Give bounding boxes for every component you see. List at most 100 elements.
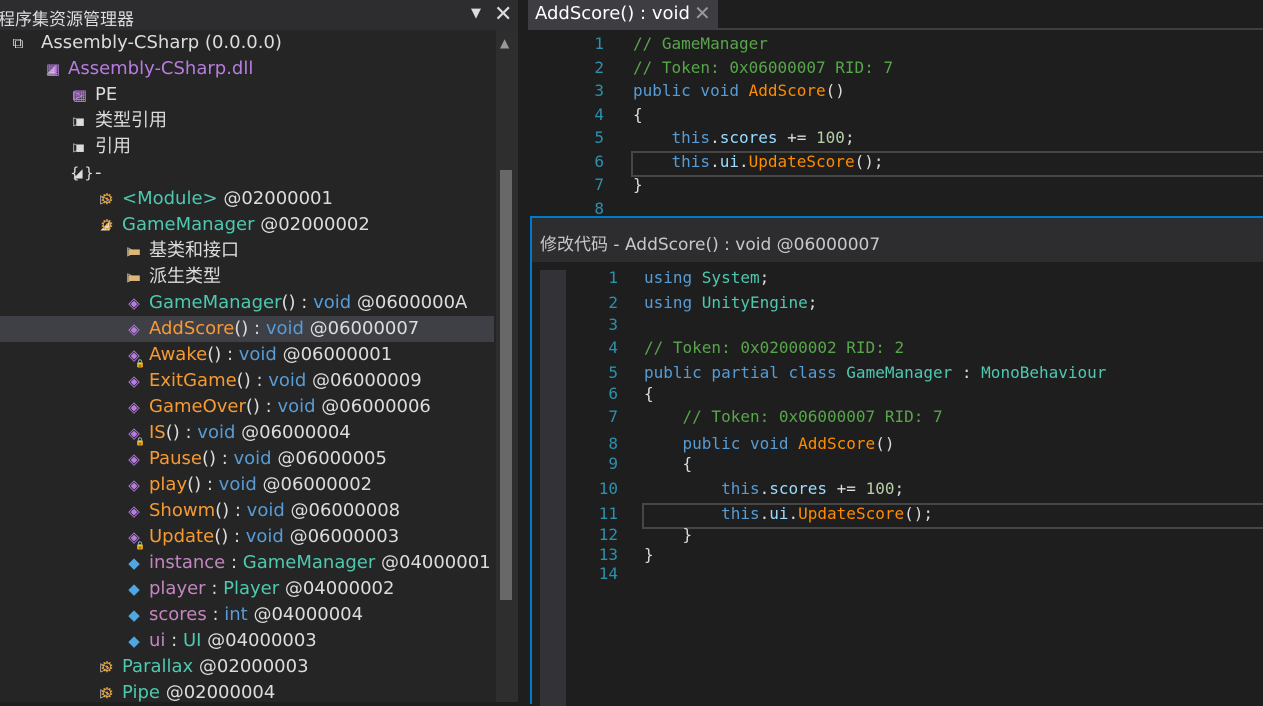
method-icon: ◈	[128, 398, 140, 416]
label-segment: void	[233, 448, 272, 469]
tree-item[interactable]: ◈ 🔒 Awake() : void @06000001	[0, 342, 494, 368]
line-number: 7	[608, 407, 618, 426]
label-segment: () :	[236, 370, 269, 391]
line-number: 13	[598, 545, 618, 564]
label-segment: ui	[149, 630, 166, 651]
code-token: this	[721, 479, 760, 498]
tree-item[interactable]: ▷ ⚙ Pipe @02000004	[0, 680, 494, 702]
label-segment: void	[265, 318, 304, 339]
label-segment: Assembly-CSharp.dll	[68, 58, 254, 79]
decompiled-code-view[interactable]: 1 // GameManager 2 // Token: 0x06000007 RID…	[528, 30, 1263, 218]
dialog-titlebar[interactable]: 修改代码 - AddScore() : void @06000007	[532, 218, 1263, 262]
tree-item-label: ExitGame() : void @06000009	[149, 368, 422, 394]
tree-item[interactable]: ▷ ▬ 派生类型	[0, 264, 494, 290]
tree-item[interactable]: ▷ ▦ PE	[0, 82, 494, 108]
tree-item-label: Pause() : void @06000005	[149, 446, 387, 472]
tree-item-label: 基类和接口	[149, 238, 239, 264]
field-icon: ◆	[128, 580, 140, 598]
class-icon: ⚙	[100, 658, 114, 676]
edit-code-view[interactable]: 1 using System; 2 using UnityEngine; 3 4 // To…	[532, 262, 1263, 702]
tree-item[interactable]: ◢ ▦ Assembly-CSharp.dll	[0, 56, 494, 82]
method-icon: ◈	[128, 372, 140, 390]
folder-icon: ▬	[126, 268, 142, 286]
tree-item[interactable]: ◆ ui : UI @04000003	[0, 628, 494, 654]
tree-item[interactable]: ◈ 🔒 Update() : void @06000003	[0, 524, 494, 550]
tree-item[interactable]: ◆ instance : GameManager @04000001	[0, 550, 494, 576]
tab-label: AddScore() : void	[535, 3, 690, 24]
label-segment: () :	[215, 500, 247, 521]
label-segment: GameManager	[242, 552, 376, 573]
class-icon: ⚙	[100, 190, 114, 208]
line-number: 5	[608, 363, 618, 382]
code-line: {	[633, 105, 643, 124]
tree-item[interactable]: ◈ GameManager() : void @0600000A	[0, 290, 494, 316]
scrollbar-thumb[interactable]	[500, 170, 512, 600]
line-number: 3	[608, 315, 618, 334]
tree-item-label: scores : int @04000004	[149, 602, 363, 628]
tree-item[interactable]: ◈ ExitGame() : void @06000009	[0, 368, 494, 394]
label-segment: @06000006	[315, 396, 431, 417]
code-token: System	[701, 268, 760, 287]
tree-item[interactable]: ◈ GameOver() : void @06000006	[0, 394, 494, 420]
tree-item-label: GameManager @02000002	[122, 212, 370, 238]
code-token: scores	[719, 128, 778, 147]
line-number: 12	[598, 525, 618, 544]
tree-item-label: Assembly-CSharp (0.0.0.0)	[41, 30, 282, 56]
vertical-scrollbar[interactable]: ▲	[496, 30, 518, 702]
code-token: }	[633, 175, 643, 194]
close-icon[interactable]: ✕	[694, 1, 711, 25]
label-segment: @06000001	[276, 344, 393, 365]
label-segment: () :	[245, 396, 278, 417]
scroll-up-icon[interactable]: ▲	[500, 36, 509, 50]
tree-item[interactable]: ▷ ▪ 引用	[0, 134, 494, 160]
label-segment: void	[245, 526, 284, 547]
code-token: +=	[777, 128, 817, 147]
line-number: 9	[608, 454, 618, 473]
label-segment: Awake	[149, 344, 208, 365]
code-line: }	[633, 175, 643, 194]
label-segment: @06000007	[303, 318, 420, 339]
tree-item[interactable]: ⧉ Assembly-CSharp (0.0.0.0)	[0, 30, 494, 56]
triangle-down-icon[interactable]: ▼	[471, 6, 481, 21]
label-segment: () :	[214, 526, 246, 547]
label-segment: 引用	[95, 136, 131, 157]
close-icon[interactable]: ✕	[494, 2, 512, 27]
tree-item[interactable]: ◢ ⚙ GameManager @02000002	[0, 212, 494, 238]
tree-item-label: GameOver() : void @06000006	[149, 394, 431, 420]
field-icon: ◆	[128, 606, 140, 624]
tree-item[interactable]: ▷ ▬ 基类和接口	[0, 238, 494, 264]
tree-item[interactable]: ▷ ⚙ Parallax @02000003	[0, 654, 494, 680]
private-method-icon: ◈ 🔒	[124, 420, 145, 446]
private-method-icon: ◈ 🔒	[124, 524, 145, 550]
tree-item[interactable]: ◆ scores : int @04000004	[0, 602, 494, 628]
tree-item[interactable]: ◈ play() : void @06000002	[0, 472, 494, 498]
tree-item[interactable]: ◢{ } -	[0, 160, 494, 186]
code-token: {	[644, 384, 654, 403]
tree-item[interactable]: ▷ ⚙ <Module> @02000001	[0, 186, 494, 212]
field-icon: ◆	[128, 554, 140, 572]
tree-item[interactable]: ▷ ▪ 类型引用	[0, 108, 494, 134]
label-segment: Parallax	[122, 656, 194, 677]
tree-item[interactable]: ◈ AddScore() : void @06000007	[0, 316, 494, 342]
tree-item[interactable]: ◈ Pause() : void @06000005	[0, 446, 494, 472]
tree-item[interactable]: ◈ 🔒 IS() : void @06000004	[0, 420, 494, 446]
tree-item[interactable]: ◆ player : Player @04000002	[0, 576, 494, 602]
code-line: // Token: 0x02000002 RID: 2	[644, 338, 904, 357]
label-segment: GameManager	[149, 292, 282, 313]
current-line-highlight	[631, 150, 1263, 177]
code-token: 100	[816, 128, 845, 147]
tree-item[interactable]: ◈ Showm() : void @06000008	[0, 498, 494, 524]
label-segment: 基类和接口	[149, 240, 239, 261]
reference-icon: ▪	[74, 112, 86, 130]
method-icon: ◈	[128, 450, 140, 468]
code-token: .	[710, 128, 720, 147]
folder-icon: ▬	[126, 242, 142, 260]
label-segment: Player	[223, 578, 280, 599]
tree-item-label: Assembly-CSharp.dll	[68, 56, 253, 82]
class-icon: ⚙	[100, 216, 114, 234]
code-line: public partial class GameManager : MonoB…	[644, 363, 1106, 382]
tab-addscore[interactable]: AddScore() : void ✕	[528, 0, 718, 28]
label-segment: void	[218, 474, 257, 495]
